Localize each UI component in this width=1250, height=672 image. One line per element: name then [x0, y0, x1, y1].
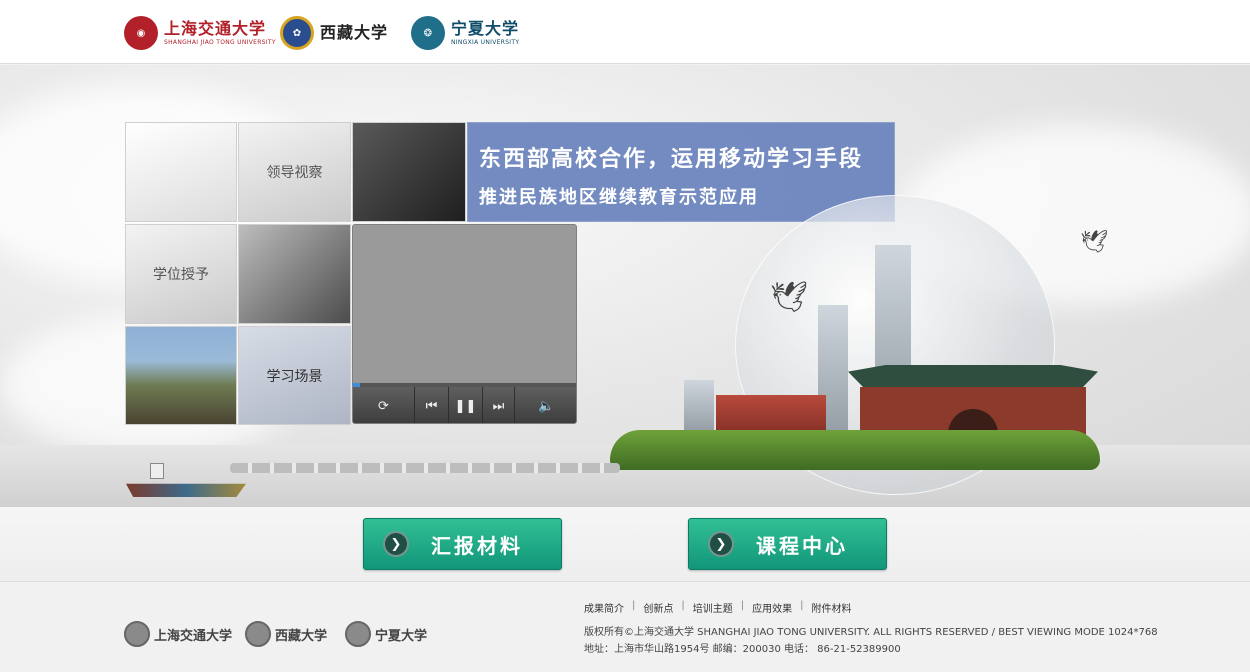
- sjtu-logo-name: 上海交通大学: [164, 18, 267, 38]
- next-icon[interactable]: ⏭: [483, 387, 515, 423]
- footer-nav: 成果简介 | 创新点 | 培训主题 | 应用效果 | 附件材料: [584, 600, 860, 615]
- ningxia-logo[interactable]: ❂ 宁夏大学 NINGXIA UNIVERSITY: [411, 14, 519, 52]
- tile-study[interactable]: 学习场景: [238, 326, 351, 425]
- seagull-icon: 🕊: [770, 280, 809, 315]
- ningxia-emblem-icon: [345, 621, 371, 647]
- ningxia-logo-en: NINGXIA UNIVERSITY: [451, 38, 520, 46]
- tile-degree[interactable]: 学位授予: [125, 224, 237, 324]
- footer-ningxia-logo: 宁夏大学: [345, 621, 427, 647]
- tile-degree-label: 学位授予: [153, 267, 209, 283]
- footer-link-innovation[interactable]: 创新点: [635, 600, 681, 615]
- repeat-icon[interactable]: ⟳: [353, 387, 415, 423]
- green-island-decoration: [610, 430, 1100, 470]
- video-screen[interactable]: [353, 225, 576, 385]
- ship-cabin-decoration: [150, 463, 164, 479]
- arrow-right-icon: ❯: [383, 531, 409, 557]
- site-footer: 上海交通大学 西藏大学 宁夏大学 成果简介 | 创新点 | 培训主题 | 应用效果 | …: [0, 583, 1250, 672]
- tibet-emblem-icon: [245, 621, 271, 647]
- footer-address: 地址：上海市华山路1954号 邮编：200030 电话： 86-21-52389…: [584, 644, 901, 655]
- report-materials-label: 汇报材料: [431, 533, 523, 558]
- ningxia-logo-name: 宁夏大学: [451, 18, 520, 38]
- headline-line-1: 东西部高校合作，运用移动学习手段: [479, 147, 864, 172]
- footer-ningxia-name: 宁夏大学: [375, 628, 428, 644]
- tibet-logo-name: 西藏大学: [320, 23, 389, 42]
- hero-banner: 领导视察 学位授予 学习场景 东西部高校合作，运用移动学习手段 推进民族地区继续…: [0, 65, 1250, 507]
- sjtu-logo-en: SHANGHAI JIAO TONG UNIVERSITY: [164, 38, 276, 46]
- tibet-emblem-icon: ✿: [280, 16, 314, 50]
- tibet-logo[interactable]: ✿ 西藏大学: [280, 14, 388, 52]
- study-scene-photo[interactable]: [125, 326, 237, 425]
- tile-leadership[interactable]: 领导视察: [238, 122, 351, 222]
- footer-copyright: 版权所有©上海交通大学 SHANGHAI JIAO TONG UNIVERSIT…: [584, 627, 1158, 638]
- video-controls: ⟳ ⏮ ❚❚ ⏭ 🔈: [353, 387, 576, 423]
- sjtu-emblem-icon: [124, 621, 150, 647]
- footer-link-effects[interactable]: 应用效果: [744, 600, 800, 615]
- bridge-decoration: [230, 463, 620, 473]
- sjtu-logo[interactable]: ◉ 上海交通大学 SHANGHAI JIAO TONG UNIVERSITY: [124, 14, 276, 52]
- seagull-icon: 🕊: [1080, 230, 1108, 255]
- footer-link-topics[interactable]: 培训主题: [685, 600, 741, 615]
- course-center-label: 课程中心: [756, 533, 848, 558]
- tile-study-label: 学习场景: [266, 368, 323, 385]
- previous-icon[interactable]: ⏮: [415, 387, 449, 423]
- footer-sjtu-name: 上海交通大学: [154, 628, 233, 644]
- sjtu-emblem-icon: ◉: [124, 16, 158, 50]
- button-strip: [0, 507, 1250, 582]
- video-player[interactable]: ⟳ ⏮ ❚❚ ⏭ 🔈: [352, 224, 577, 424]
- site-header: ◉ 上海交通大学 SHANGHAI JIAO TONG UNIVERSITY ✿…: [0, 0, 1250, 64]
- footer-tibet-logo: 西藏大学: [245, 621, 327, 647]
- report-materials-button[interactable]: ❯ 汇报材料: [363, 518, 562, 570]
- footer-link-attachments[interactable]: 附件材料: [804, 600, 860, 615]
- leadership-photo[interactable]: [352, 122, 466, 222]
- footer-link-summary[interactable]: 成果简介: [584, 600, 632, 615]
- arrow-right-icon: ❯: [708, 531, 734, 557]
- blank-tile: [125, 122, 237, 222]
- ningxia-emblem-icon: ❂: [411, 16, 445, 50]
- course-center-button[interactable]: ❯ 课程中心: [688, 518, 887, 570]
- footer-tibet-name: 西藏大学: [275, 628, 328, 644]
- footer-sjtu-logo: 上海交通大学: [124, 621, 232, 647]
- headline-line-2: 推进民族地区继续教育示范应用: [479, 187, 759, 208]
- degree-photo[interactable]: [238, 224, 351, 324]
- volume-icon[interactable]: 🔈: [515, 387, 576, 423]
- tile-leadership-label: 领导视察: [266, 165, 323, 181]
- pause-icon[interactable]: ❚❚: [449, 387, 483, 423]
